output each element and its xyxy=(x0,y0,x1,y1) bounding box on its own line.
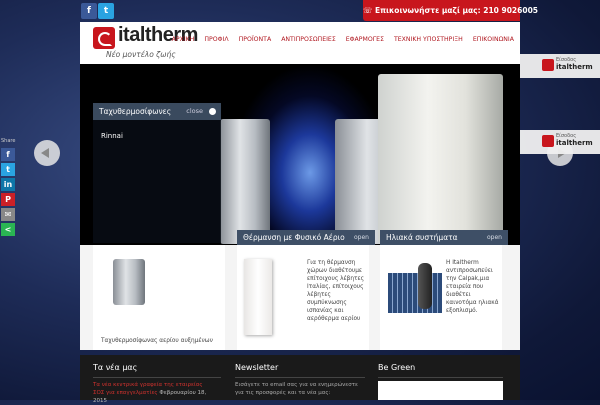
italtherm-logo-icon[interactable] xyxy=(93,27,115,49)
divider xyxy=(235,377,365,378)
panel-close-button[interactable]: close xyxy=(186,103,203,120)
be-green-title: Be Green xyxy=(378,363,416,372)
share-facebook-icon[interactable]: f xyxy=(1,148,15,161)
share-twitter-icon[interactable]: t xyxy=(1,163,15,176)
contact-phone-banner[interactable]: ☏ Επικοινωνήστε μαζί μας: 210 9026005 xyxy=(363,0,538,21)
nav-item-support[interactable]: ΤΕΧΝΙΚΗ ΥΠΟΣΤΗΡΙΞΗ xyxy=(394,36,463,43)
twitter-icon[interactable]: t xyxy=(98,3,114,19)
column-gas-heating: Για τη θέρμανση χώρων διαθέτουμε επίτοιχ… xyxy=(237,245,369,350)
side-logo-link[interactable]: Είσοδος italtherm xyxy=(520,130,600,154)
share-more-icon[interactable]: < xyxy=(1,223,15,236)
tank-image xyxy=(418,263,432,309)
panel-title: Ταχυθερμοσίφωνες xyxy=(99,107,172,116)
column-text: Η Italtherm αντιπροσωπεύει την Calpak,μι… xyxy=(446,260,499,314)
site-header: italtherm Νέο μοντέλο ζωής ΑΡΧΙΚΗ ΠΡΟΦΙΛ… xyxy=(80,22,520,64)
boiler-image xyxy=(244,259,272,335)
column-water-heaters: Ταχυθερμοσίφωνας αερίου αυξημένων xyxy=(93,245,225,350)
divider xyxy=(93,377,221,378)
tab-label: Ηλιακά συστήματα xyxy=(386,233,458,242)
water-heater-image xyxy=(220,119,270,244)
newsletter-title: Newsletter xyxy=(235,363,279,372)
divider xyxy=(378,377,503,378)
panel-header: Ταχυθερμοσίφωνες close xyxy=(93,103,221,120)
italtherm-logo-icon xyxy=(542,59,554,71)
nav-item-profile[interactable]: ΠΡΟΦΙΛ xyxy=(204,36,228,43)
product-image xyxy=(113,259,145,305)
side-logo-name: italtherm xyxy=(556,139,593,147)
main-nav: ΑΡΧΙΚΗ ΠΡΟΦΙΛ ΠΡΟΪΟΝΤΑ ΑΝΤΙΠΡΟΣΩΠΕΙΕΣ ΕΦ… xyxy=(172,36,514,43)
news-item-link[interactable]: Τα νέα κεντρικά γραφεία της εταιρείας ΣΟΣ… xyxy=(93,381,221,405)
product-dropdown-panel: Ταχυθερμοσίφωνες close Rinnai xyxy=(93,103,221,243)
tab-gas-heating[interactable]: Θέρμανση με Φυσικό Αέριο open xyxy=(237,230,375,245)
share-pinterest-icon[interactable]: P xyxy=(1,193,15,206)
brand-slogan: Νέο μοντέλο ζωής xyxy=(106,50,176,59)
share-email-icon[interactable]: ✉ xyxy=(1,208,15,221)
water-heater-image xyxy=(378,74,503,244)
tab-solar-systems[interactable]: Ηλιακά συστήματα open xyxy=(380,230,508,245)
nav-item-products[interactable]: ΠΡΟΪΟΝΤΑ xyxy=(239,36,272,43)
nav-item-dealers[interactable]: ΑΝΤΙΠΡΟΣΩΠΕΙΕΣ xyxy=(281,36,336,43)
slider-prev-arrow-icon[interactable] xyxy=(34,140,60,166)
column-solar: Η Italtherm αντιπροσωπεύει την Calpak,μι… xyxy=(380,245,502,350)
nav-item-applications[interactable]: ΕΦΑΡΜΟΓΕΣ xyxy=(346,36,384,43)
share-linkedin-icon[interactable]: in xyxy=(1,178,15,191)
tab-open-link[interactable]: open xyxy=(487,230,502,245)
column-text: Ταχυθερμοσίφωνας αερίου αυξημένων xyxy=(101,338,213,344)
nav-item-contact[interactable]: ΕΠΙΚΟΙΝΩΝΙΑ xyxy=(473,36,514,43)
close-icon[interactable] xyxy=(209,108,216,115)
share-label: Share xyxy=(1,138,16,144)
tab-open-link[interactable]: open xyxy=(354,230,369,245)
news-title: Τα νέα μας xyxy=(93,363,138,372)
tab-label: Θέρμανση με Φυσικό Αέριο xyxy=(243,233,345,242)
side-logo-link[interactable]: Είσοδος italtherm xyxy=(520,54,600,78)
solar-panel-image xyxy=(388,273,442,313)
nav-item-home[interactable]: ΑΡΧΙΚΗ xyxy=(172,36,195,43)
newsletter-text: Εισάγετε το email σας για να ενημερώνεστ… xyxy=(235,382,358,396)
be-green-banner[interactable] xyxy=(378,381,503,400)
side-logo-name: italtherm xyxy=(556,63,593,71)
panel-item-rinnai[interactable]: Rinnai xyxy=(93,120,221,152)
facebook-icon[interactable]: f xyxy=(81,3,97,19)
column-text: Για τη θέρμανση χώρων διαθέτουμε επίτοιχ… xyxy=(307,260,365,322)
italtherm-logo-icon xyxy=(542,135,554,147)
